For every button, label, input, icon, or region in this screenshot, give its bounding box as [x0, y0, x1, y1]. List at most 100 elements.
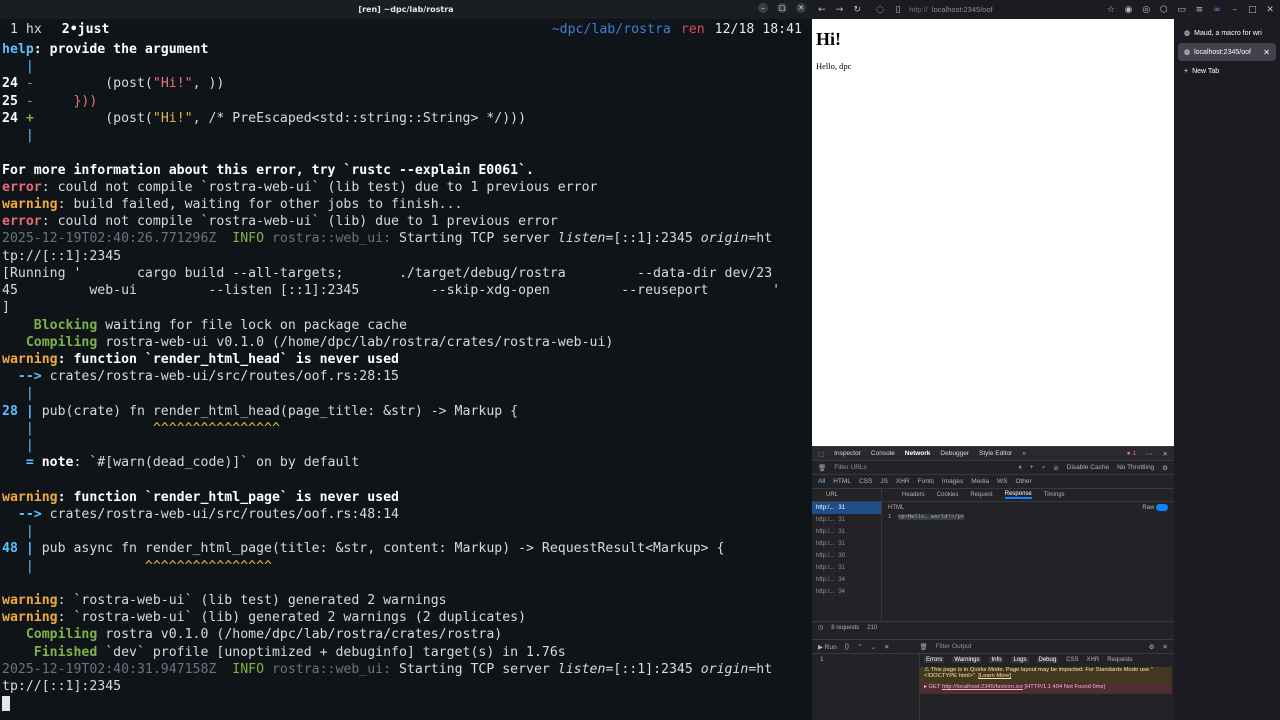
reload-icon[interactable]: ↻	[851, 3, 863, 17]
more-tabs-icon[interactable]: »	[1022, 450, 1026, 457]
filter-css[interactable]: CSS	[859, 478, 872, 485]
tab-request[interactable]: Request	[970, 492, 992, 498]
favicon-link[interactable]: http://localhost:2345/favicon.ico	[942, 684, 1023, 690]
back-icon[interactable]: ←	[816, 3, 828, 17]
request-row[interactable]: http:/... 31	[812, 538, 881, 550]
terminal-line: Blocking waiting for file lock on packag…	[2, 317, 407, 333]
expand-icon[interactable]: ▸	[924, 684, 927, 690]
network-body: URL http:/... 31 http:/... 31 http:/... 31 …	[812, 489, 1174, 621]
menu-icon[interactable]: ≡	[1194, 3, 1206, 17]
request-row[interactable]: http:/... 30	[812, 550, 881, 562]
new-tab-button[interactable]: + New Tab	[1178, 62, 1276, 80]
raw-toggle[interactable]	[1156, 504, 1168, 512]
tab-console[interactable]: Console	[871, 450, 895, 457]
extension-icon[interactable]: ◉	[1123, 3, 1135, 17]
level-errors[interactable]: Errors	[924, 657, 945, 663]
terminal-line: warning: `rostra-web-ui` (lib test) gene…	[2, 593, 447, 608]
tmux-window-2[interactable]: 2•just	[62, 22, 110, 37]
learn-more-link[interactable]: [Learn More]	[978, 673, 1011, 679]
level-logs[interactable]: Logs	[1011, 657, 1029, 663]
tab-localhost[interactable]: ◍ localhost:2345/oof ✕	[1178, 43, 1276, 61]
account-icon[interactable]: ◎	[1140, 3, 1152, 17]
search-icon[interactable]: ⌕	[1042, 464, 1046, 472]
tmux-window-1[interactable]: 1 hx	[10, 22, 42, 37]
trash-icon[interactable]: 🗑︎	[919, 643, 927, 651]
glasses-icon[interactable]: ∞	[1211, 3, 1223, 17]
filter-js[interactable]: JS	[880, 478, 888, 485]
level-debug[interactable]: Debug	[1036, 657, 1059, 663]
minimize-icon[interactable]: –	[1229, 3, 1241, 17]
plus-icon[interactable]: +	[1030, 464, 1034, 471]
filter-html[interactable]: HTML	[833, 478, 851, 485]
tab-debugger[interactable]: Debugger	[940, 450, 969, 457]
tab-timings[interactable]: Timings	[1044, 492, 1065, 498]
request-details: Headers Cookies Request Response Timings…	[882, 489, 1174, 621]
request-row[interactable]: http:/... 34	[812, 586, 881, 598]
close-icon[interactable]: ✕	[1163, 450, 1168, 458]
pause-icon[interactable]: ⏸︎	[1019, 464, 1022, 472]
down-icon[interactable]: ⌄	[871, 643, 876, 651]
maximize-icon[interactable]: □	[1247, 3, 1259, 17]
disable-cache-checkbox[interactable]: Disable Cache	[1067, 464, 1109, 471]
url-column-header[interactable]: URL	[812, 489, 881, 502]
request-row[interactable]: http:/... 31	[812, 562, 881, 574]
terminal-line: tp://[::1]:2345	[2, 248, 122, 264]
tab-maud[interactable]: ◍ Maud, a macro for wri	[1178, 24, 1276, 42]
level-warnings[interactable]: Warnings	[952, 657, 982, 663]
trash-icon[interactable]: 🗑︎	[818, 464, 826, 472]
request-row[interactable]: http:/... 34	[812, 574, 881, 586]
error-count-badge[interactable]: ● 1	[1127, 450, 1136, 457]
filter-all[interactable]: All	[818, 478, 825, 485]
brackets-icon[interactable]: {}	[845, 643, 849, 650]
minimize-icon[interactable]: –	[758, 3, 768, 13]
tab-headers[interactable]: Headers	[902, 492, 925, 498]
sidebar-icon[interactable]: ▭	[1176, 3, 1188, 17]
level-css[interactable]: CSS	[1066, 657, 1078, 663]
terminal[interactable]: 1 hx 2•just ~dpc/lab/rostra ren 12/18 18…	[0, 19, 812, 720]
pick-element-icon[interactable]: ⬚	[818, 450, 824, 458]
terminal-line: For more information about this error, t…	[2, 162, 534, 178]
console-input[interactable]: 1	[812, 654, 920, 720]
run-button[interactable]: ▶ Run	[818, 643, 837, 651]
filter-media[interactable]: Media	[971, 478, 989, 485]
bookmark-star-icon[interactable]: ☆	[1105, 3, 1117, 17]
tab-network[interactable]: Network	[905, 450, 931, 457]
level-xhr[interactable]: XHR	[1087, 657, 1100, 663]
filter-output-input[interactable]: Filter Output	[936, 643, 972, 650]
maximize-icon[interactable]: □	[777, 3, 787, 13]
level-info[interactable]: Info	[989, 657, 1004, 663]
gear-icon[interactable]: ⚙	[1162, 464, 1168, 472]
filter-fonts[interactable]: Fonts	[918, 478, 934, 485]
filter-urls-input[interactable]: Filter URLs	[834, 464, 867, 471]
terminal-prompt[interactable]	[2, 695, 812, 712]
close-icon[interactable]: ✕	[1264, 3, 1276, 17]
tab-style-editor[interactable]: Style Editor	[979, 450, 1012, 457]
tab-response[interactable]: Response	[1004, 491, 1032, 499]
url-bar[interactable]: ◌ ▯ http://localhost:2345/oof	[869, 3, 1099, 17]
close-icon[interactable]: ✕	[1163, 643, 1168, 651]
throttling-select[interactable]: No Throttling	[1117, 464, 1154, 471]
tab-cookies[interactable]: Cookies	[937, 492, 959, 498]
block-icon[interactable]: ⊘	[1053, 464, 1058, 472]
close-icon[interactable]: ✕	[884, 643, 889, 651]
filter-xhr[interactable]: XHR	[896, 478, 910, 485]
filter-images[interactable]: Images	[942, 478, 963, 485]
extensions-puzzle-icon[interactable]: ⬡	[1158, 3, 1170, 17]
level-requests[interactable]: Requests	[1107, 657, 1132, 663]
options-icon[interactable]: ⋯	[1146, 450, 1153, 458]
filter-other[interactable]: Other	[1015, 478, 1031, 485]
tab-inspector[interactable]: Inspector	[834, 450, 861, 457]
close-tab-icon[interactable]: ✕	[1263, 48, 1270, 57]
terminal-output: help: provide the argument | 24 - (post(…	[0, 41, 812, 713]
forward-icon[interactable]: →	[834, 3, 846, 17]
request-row[interactable]: http:/... 31	[812, 502, 881, 514]
up-icon[interactable]: ⌃	[857, 643, 862, 651]
close-icon[interactable]: ✕	[796, 3, 806, 13]
request-row[interactable]: http:/... 31	[812, 514, 881, 526]
timer-icon: ◷	[818, 625, 824, 631]
filter-ws[interactable]: WS	[997, 478, 1007, 485]
request-row[interactable]: http:/... 31	[812, 526, 881, 538]
gear-icon[interactable]: ⚙	[1149, 643, 1155, 651]
